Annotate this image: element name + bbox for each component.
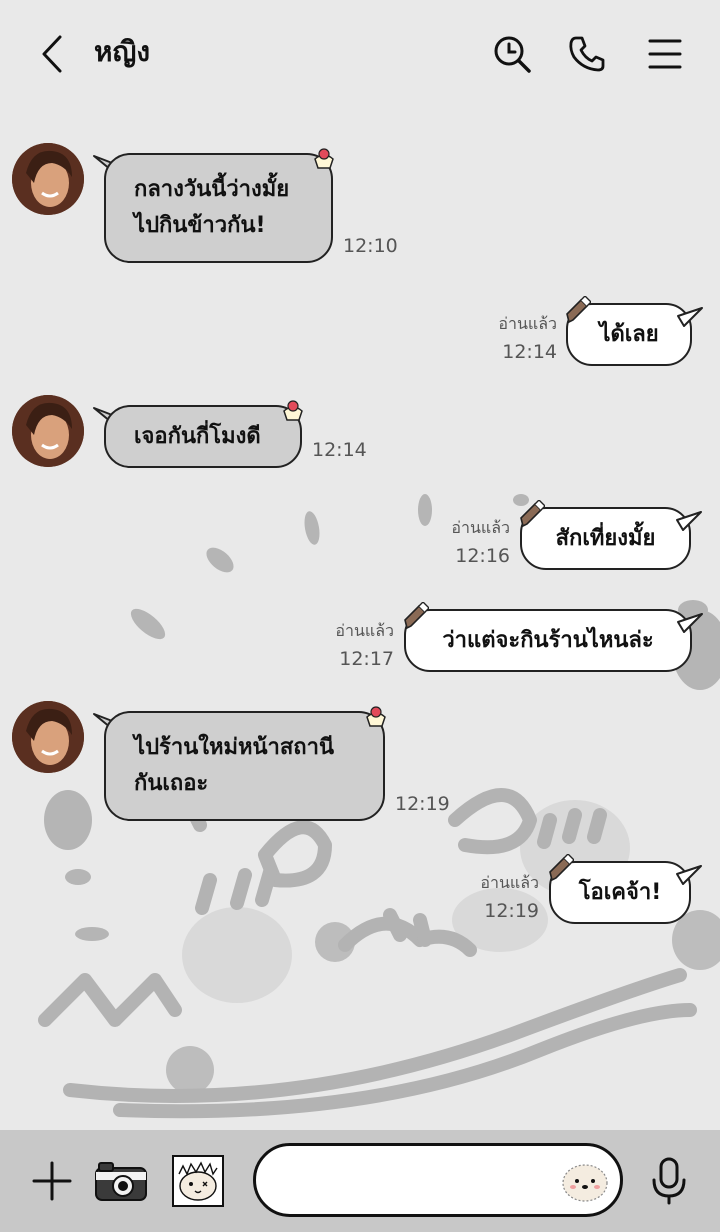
avatar[interactable] <box>12 395 84 467</box>
emoji-button[interactable] <box>560 1158 610 1204</box>
message-meta: อ่านแล้ว 12:19 <box>439 871 539 922</box>
message-bubble-incoming[interactable]: กลางวันนี้ว่างมั้ย ไปกินข้าวกัน! <box>104 153 333 263</box>
message-meta: อ่านแล้ว 12:14 <box>457 312 557 363</box>
sticker-icon <box>172 1155 224 1207</box>
plus-icon <box>32 1161 72 1201</box>
camera-icon <box>95 1162 147 1201</box>
bubble-tail <box>676 865 702 885</box>
chevron-left-icon <box>42 35 62 73</box>
search-button[interactable] <box>488 30 536 78</box>
back-button[interactable] <box>30 32 74 76</box>
message-text: ว่าแต่จะกินร้านไหนล่ะ <box>442 627 654 653</box>
microphone-button[interactable] <box>644 1154 694 1208</box>
pencil-icon <box>549 854 574 882</box>
microphone-icon <box>652 1157 686 1205</box>
message-bubble-incoming[interactable]: ไปร้านใหม่หน้าสถานี กันเถอะ <box>104 711 385 821</box>
read-receipt: อ่านแล้ว <box>498 314 557 333</box>
emoji-icon <box>562 1164 608 1202</box>
read-receipt: อ่านแล้ว <box>335 621 394 640</box>
read-receipt: อ่านแล้ว <box>451 518 510 537</box>
cupcake-icon <box>314 148 334 169</box>
chat-title: หญิง <box>94 35 150 68</box>
call-button[interactable] <box>563 30 611 78</box>
message-time: 12:16 <box>455 545 510 567</box>
chat-header: หญิง <box>0 0 720 108</box>
message-time: 12:14 <box>312 439 367 461</box>
add-button[interactable] <box>28 1157 76 1205</box>
avatar[interactable] <box>12 143 84 215</box>
message-meta: อ่านแล้ว 12:16 <box>410 516 510 567</box>
camera-button[interactable] <box>92 1156 150 1206</box>
pencil-icon <box>520 500 545 528</box>
profile-photo <box>12 143 84 215</box>
message-text: ไปร้านใหม่หน้าสถานี กันเถอะ <box>134 735 335 796</box>
message-time: 12:19 <box>484 900 539 922</box>
message-bubble-outgoing[interactable]: สักเที่ยงมั้ย <box>520 507 691 570</box>
read-receipt: อ่านแล้ว <box>480 873 539 892</box>
bubble-tail <box>677 307 703 327</box>
input-bar <box>0 1130 720 1232</box>
message-time: 12:19 <box>395 793 450 815</box>
cupcake-icon <box>366 706 386 727</box>
message-time: 12:10 <box>343 235 398 257</box>
cupcake-icon <box>283 400 303 421</box>
profile-photo <box>12 701 84 773</box>
sticker-button[interactable] <box>170 1153 226 1209</box>
bubble-tail <box>677 613 703 633</box>
message-meta: อ่านแล้ว 12:17 <box>294 619 394 670</box>
message-text: กลางวันนี้ว่างมั้ย ไปกินข้าวกัน! <box>134 177 290 238</box>
avatar[interactable] <box>12 701 84 773</box>
message-bubble-incoming[interactable]: เจอกันกี่โมงดี <box>104 405 302 468</box>
phone-icon <box>569 36 605 72</box>
bubble-tail <box>676 511 702 531</box>
message-text: โอเคจ้า! <box>578 879 662 905</box>
message-text: ได้เลย <box>599 321 659 347</box>
menu-button[interactable] <box>641 30 689 78</box>
pencil-icon <box>566 296 591 324</box>
message-text: เจอกันกี่โมงดี <box>134 423 261 449</box>
message-text: สักเที่ยงมั้ย <box>555 525 656 551</box>
message-time: 12:14 <box>502 341 557 363</box>
message-time: 12:17 <box>339 648 394 670</box>
profile-photo <box>12 395 84 467</box>
hamburger-menu-icon <box>648 39 682 69</box>
message-bubble-outgoing[interactable]: ว่าแต่จะกินร้านไหนล่ะ <box>404 609 692 672</box>
pencil-icon <box>404 602 429 630</box>
search-icon <box>494 36 531 73</box>
